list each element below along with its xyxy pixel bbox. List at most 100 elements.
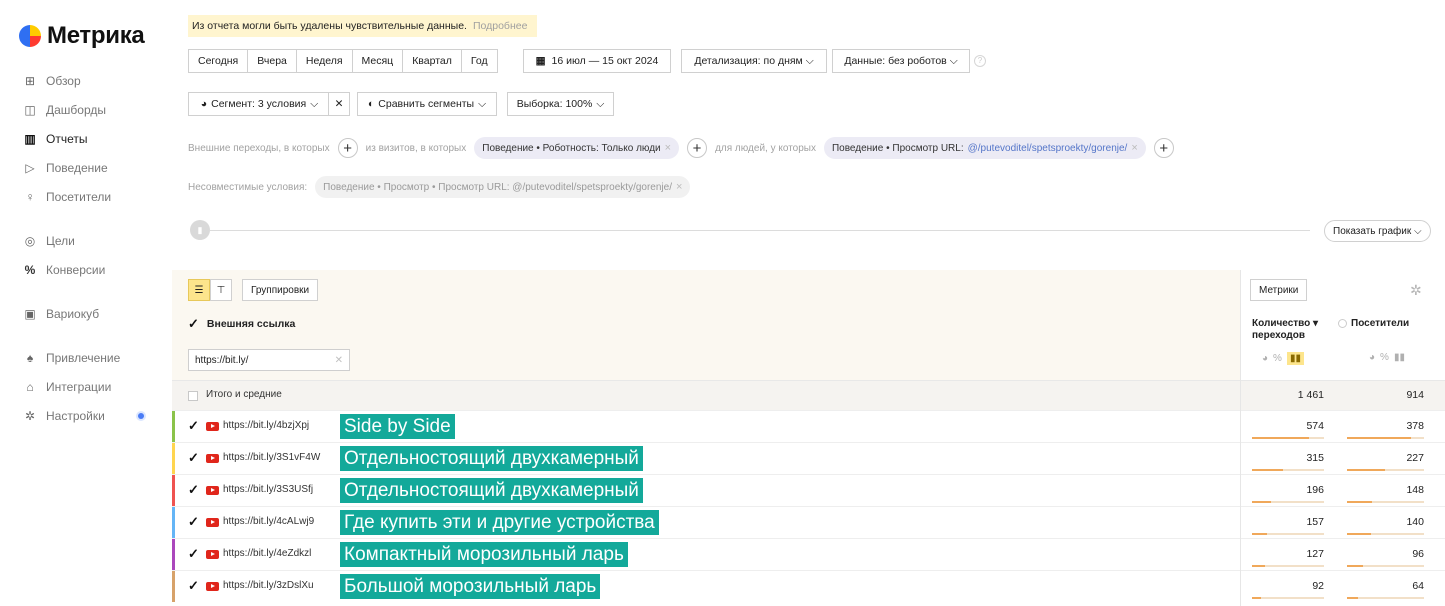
sidebar-item-integrations[interactable]: ⌂ Интеграции (24, 378, 111, 396)
chart-icon[interactable]: ▮ (190, 220, 210, 240)
view-list-button[interactable]: ☰ (188, 279, 210, 301)
radio-icon[interactable] (1338, 319, 1347, 328)
sample-dropdown[interactable]: Выборка: 100% ⌵ (507, 92, 614, 116)
youtube-icon (206, 582, 219, 591)
compare-label: Сравнить сегменты (378, 98, 475, 110)
column-visits-header[interactable]: Количество ▾ переходов (1252, 318, 1322, 342)
row-link[interactable]: https://bit.ly/4eZdkzl (223, 548, 311, 559)
table-row[interactable]: ✓ https://bit.ly/3S1vF4W Отдельностоящий д… (172, 442, 1445, 474)
data-filter-dropdown[interactable]: Данные: без роботов ⌵ (832, 49, 970, 73)
totals-checkbox[interactable] (188, 391, 198, 401)
pill-text: Поведение • Роботность: Только люди (482, 142, 661, 154)
table-row[interactable]: ✓ https://bit.ly/4eZdkzl Компактный морози… (172, 538, 1445, 570)
visitors-share-bar (1347, 437, 1424, 439)
close-icon[interactable]: × (676, 181, 682, 193)
sidebar: Метрика ⊞ Обзор ◫ Дашборды ▥ Отчеты ▷ По… (0, 0, 172, 606)
notice-text: Из отчета могли быть удалены чувствитель… (192, 20, 467, 32)
checkmark-icon[interactable]: ✓ (188, 482, 199, 498)
period-yesterday[interactable]: Вчера (248, 49, 297, 73)
checkmark-icon[interactable]: ✓ (188, 514, 199, 530)
column-visitors-header[interactable]: Посетители (1338, 318, 1409, 329)
close-icon[interactable]: × (1131, 142, 1137, 154)
visits-view-toggles: ◕ % ▮▮ (1262, 352, 1304, 365)
close-icon: ✕ (334, 98, 344, 110)
segment-dropdown[interactable]: ◕ Сегмент: 3 условия ⌵ (188, 92, 331, 116)
close-icon[interactable]: ✕ (335, 355, 343, 366)
add-condition-button[interactable]: + (1153, 138, 1174, 158)
row-link[interactable]: https://bit.ly/4cALwj9 (223, 516, 314, 527)
row-color-marker (172, 475, 175, 506)
sidebar-item-visitors[interactable]: ♀ Посетители (24, 188, 112, 206)
cube-icon: ▣ (24, 307, 36, 321)
percent-icon[interactable]: % (1273, 353, 1282, 364)
condition-pill-robotness[interactable]: Поведение • Роботность: Только люди × (474, 137, 680, 159)
visitors-share-bar (1347, 501, 1424, 503)
row-visitors: 64 (1412, 580, 1424, 592)
table-row[interactable]: ✓ https://bit.ly/4cALwj9 Где купить эти и … (172, 506, 1445, 538)
visitors-share-fill (1347, 533, 1371, 535)
visits-share-fill (1252, 597, 1261, 599)
checkmark-icon[interactable]: ✓ (188, 418, 199, 434)
sidebar-item-variocube[interactable]: ▣ Вариокуб (24, 305, 99, 323)
checkmark-icon[interactable]: ✓ (188, 450, 199, 466)
sidebar-item-label: Настройки (46, 409, 105, 423)
help-icon[interactable]: ? (974, 55, 986, 67)
incompatible-pill[interactable]: Поведение • Просмотр • Просмотр URL: @/p… (315, 176, 691, 198)
period-year[interactable]: Год (461, 49, 498, 73)
compare-segments-dropdown[interactable]: ◐ Сравнить сегменты ⌵ (357, 92, 497, 116)
row-link[interactable]: https://bit.ly/3S3USfj (223, 484, 313, 495)
table-row[interactable]: ✓ https://bit.ly/3S3USfj Отдельностоящий д… (172, 474, 1445, 506)
dimension-filter-input[interactable]: https://bit.ly/ ✕ (188, 349, 350, 371)
checkmark-icon[interactable]: ✓ (188, 578, 199, 594)
sidebar-item-goals[interactable]: ◎ Цели (24, 232, 75, 250)
sidebar-item-overview[interactable]: ⊞ Обзор (24, 72, 81, 90)
sidebar-item-dashboards[interactable]: ◫ Дашборды (24, 101, 106, 119)
percent-icon[interactable]: % (1380, 352, 1389, 363)
settings-gear-icon[interactable]: ✲ (1410, 282, 1422, 299)
checkmark-icon[interactable]: ✓ (188, 546, 199, 562)
table-row[interactable]: ✓ https://bit.ly/3zDslXu Большой морозильн… (172, 570, 1445, 602)
add-condition-button[interactable]: + (687, 138, 708, 158)
sidebar-item-settings[interactable]: ✲ Настройки (24, 407, 154, 425)
bar-chart-icon[interactable]: ▮▮ (1286, 352, 1304, 365)
row-link[interactable]: https://bit.ly/4bzjXpj (223, 420, 309, 431)
visits-share-bar (1252, 597, 1324, 599)
condition-visits-label: из визитов, в которых (365, 142, 467, 154)
filter-value: https://bit.ly/ (195, 354, 249, 366)
groupings-button[interactable]: Группировки (242, 279, 319, 301)
date-range-button[interactable]: ▦ 16 июл — 15 окт 2024 (523, 49, 671, 73)
close-icon[interactable]: × (665, 142, 671, 154)
period-month[interactable]: Месяц (352, 49, 404, 73)
detail-dropdown[interactable]: Детализация: по дням ⌵ (681, 49, 827, 73)
visitors-share-fill (1347, 565, 1363, 567)
pie-icon[interactable]: ◕ (1369, 352, 1375, 363)
view-tree-button[interactable]: ⊤ (210, 279, 232, 301)
row-title-overlay: Компактный морозильный ларь (340, 542, 628, 567)
metrika-logo-icon (19, 25, 41, 47)
pie-icon[interactable]: ◕ (1262, 353, 1268, 364)
clear-segment-button[interactable]: ✕ (328, 92, 350, 116)
row-link[interactable]: https://bit.ly/3S1vF4W (223, 452, 320, 463)
checkmark-icon[interactable]: ✓ (188, 316, 199, 332)
sidebar-item-reports[interactable]: ▥ Отчеты (24, 130, 87, 148)
period-today[interactable]: Сегодня (188, 49, 249, 73)
row-visits: 196 (1306, 484, 1324, 496)
condition-pill-url[interactable]: Поведение • Просмотр URL: @/putevoditel/… (823, 137, 1146, 159)
row-visits: 574 (1306, 420, 1324, 432)
sidebar-item-conversions[interactable]: % Конверсии (24, 261, 106, 279)
period-selector: Сегодня Вчера Неделя Месяц Квартал Год (188, 49, 498, 73)
table-row[interactable]: ✓ https://bit.ly/4bzjXpj Side by Side 574 37… (172, 410, 1445, 442)
bar-chart-icon[interactable]: ▮▮ (1394, 352, 1405, 363)
period-week[interactable]: Неделя (296, 49, 353, 73)
period-quarter[interactable]: Квартал (403, 49, 462, 73)
metrics-button[interactable]: Метрики (1250, 279, 1308, 301)
sidebar-item-behavior[interactable]: ▷ Поведение (24, 159, 107, 177)
add-condition-button[interactable]: + (337, 138, 358, 158)
notice-more-link[interactable]: Подробнее (473, 20, 527, 32)
show-graph-button[interactable]: Показать график ⌵ (1324, 220, 1431, 242)
sidebar-item-acquisition[interactable]: ♠ Привлечение (24, 349, 121, 367)
logo[interactable]: Метрика (19, 22, 145, 50)
row-visitors: 378 (1406, 420, 1424, 432)
sidebar-item-label: Посетители (46, 190, 112, 204)
row-link[interactable]: https://bit.ly/3zDslXu (223, 580, 314, 591)
